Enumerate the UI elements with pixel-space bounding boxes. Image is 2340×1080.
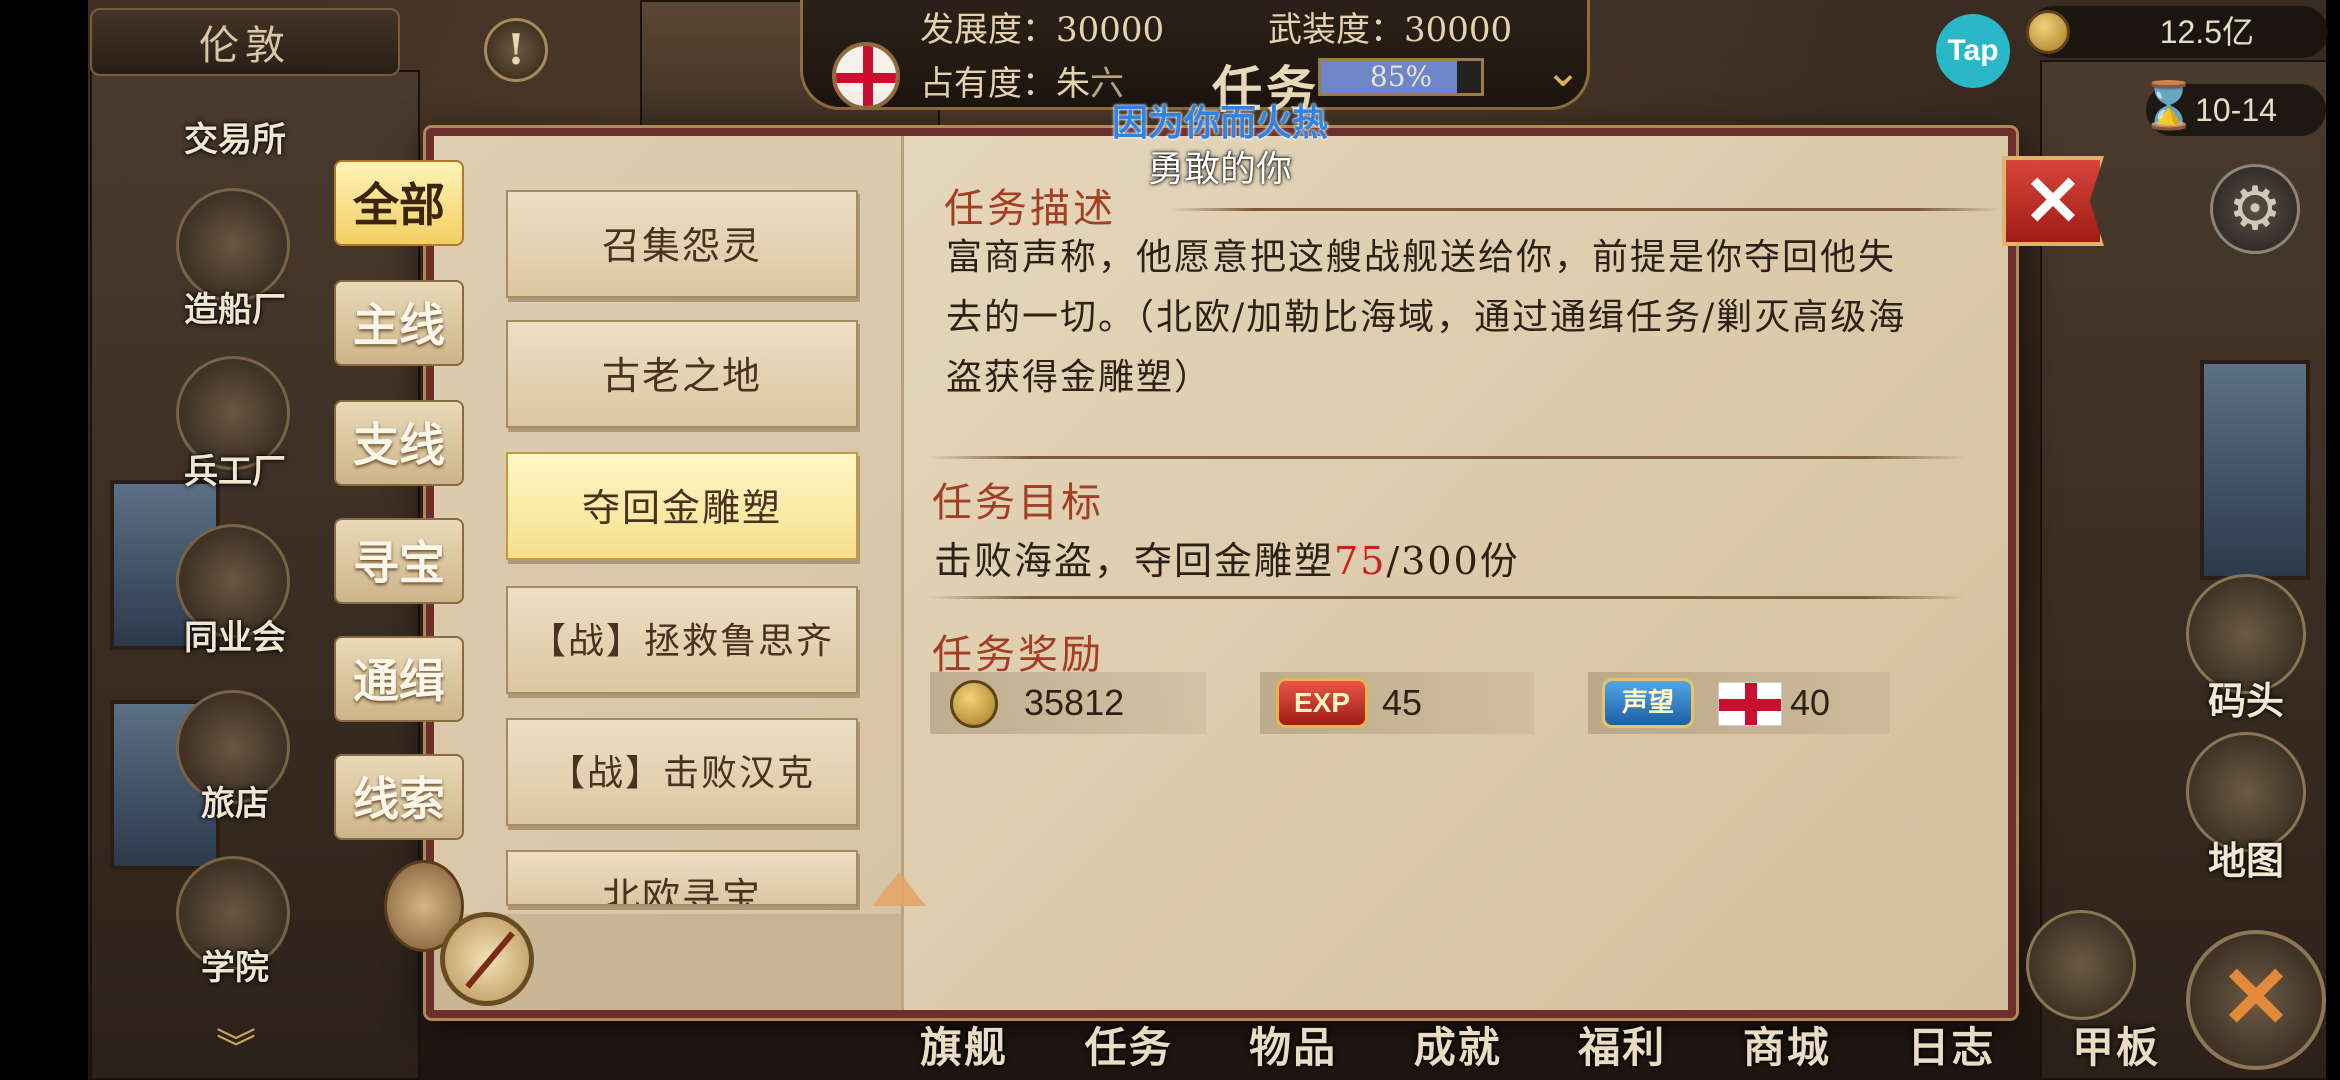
nav-exchange[interactable]: 交易所 [160,112,310,161]
bottom-nav-items[interactable]: 物品 [1249,1014,1337,1080]
england-crest-icon[interactable] [832,42,900,110]
goal-prefix: 击败海盗，夺回金雕塑 [934,539,1335,583]
reward-gold: 35812 [930,672,1206,734]
expand-down-icon[interactable]: ︾ [216,1016,256,1074]
right-letterbox [2326,0,2340,1080]
bottom-nav-deck[interactable]: 甲板 [2072,1014,2160,1080]
reward-exp: EXP 45 [1260,672,1534,734]
game-scene: 伦敦 ! 发展度：30000 武装度：30000 占有度：朱六 任务 85% ⌄… [0,0,2340,1080]
gold-amount: 12.5亿 [2028,6,2328,58]
left-letterbox [0,0,88,1080]
section-divider [926,596,1966,599]
armament-stat: 武装度：30000 [1268,10,1513,50]
bottom-nav-flagship[interactable]: 旗舰 [920,1014,1008,1080]
gold-coin-icon [2026,10,2070,54]
bottom-nav-shop[interactable]: 商城 [1743,1014,1831,1080]
section-divider [926,456,1966,459]
exp-icon: EXP [1276,678,1368,728]
nav-inn[interactable]: 旅店 [160,776,310,825]
reward-reputation-value: 40 [1790,682,1831,723]
bottom-nav: 旗舰 任务 物品 成就 福利 商城 日志 甲板 [920,1014,2160,1080]
reward-reputation: 声望 40 [1588,672,1890,734]
close-icon[interactable]: ✕ [2002,156,2104,246]
exclamation-icon[interactable]: ! [484,18,548,82]
title-underline [1170,208,2000,211]
nav-map[interactable]: 地图 [2186,830,2306,885]
quest-item[interactable]: 古老之地 [506,320,858,428]
tab-all[interactable]: 全部 [334,160,464,246]
taptap-icon[interactable]: Tap [1936,14,2010,88]
goal-title: 任务目标 [932,480,1104,526]
bottom-nav-tasks[interactable]: 任务 [1085,1014,1173,1080]
occupancy-progress-text: 85% [1369,60,1433,93]
city-name[interactable]: 伦敦 [90,8,400,76]
quest-item[interactable]: 【战】拯救鲁思齐 [506,586,858,694]
hourglass-icon: ⌛ [2140,78,2198,132]
background-window [2200,360,2310,580]
song-subtitle-line1: 因为你而火热 [1111,102,1328,144]
tab-treasure[interactable]: 寻宝 [334,518,464,604]
reward-gold-value: 35812 [1024,682,1125,723]
reputation-icon: 声望 [1602,678,1694,728]
development-stat: 发展度：30000 [920,10,1165,50]
gold-coin-icon [950,680,998,728]
nav-guild[interactable]: 同业会 [160,610,310,659]
bottom-nav-welfare[interactable]: 福利 [1578,1014,1666,1080]
nav-academy[interactable]: 学院 [160,940,310,989]
nav-dock[interactable]: 码头 [2186,670,2306,725]
occupancy-progress-bar: 85% [1318,58,1484,96]
description-text: 富商声称，他愿意把这艘战舰送给你，前提是你夺回他失去的一切。（北欧/加勒比海域，… [946,237,1907,398]
goal-text: 击败海盗，夺回金雕塑75/300份 [934,530,1520,585]
goal-current: 75 [1334,539,1387,583]
bottom-nav-log[interactable]: 日志 [1907,1014,1995,1080]
tab-main[interactable]: 主线 [334,280,464,366]
quest-item[interactable]: 夺回金雕塑 [506,452,858,560]
tab-side[interactable]: 支线 [334,400,464,486]
nav-shipyard[interactable]: 造船厂 [160,282,310,331]
song-subtitle-line2: 勇敢的你 [1147,149,1292,190]
quest-item[interactable]: 【战】击败汉克 [506,718,858,826]
quest-item[interactable]: 北欧寻宝 [506,850,858,906]
reward-exp-value: 45 [1382,682,1423,723]
ship-icon[interactable] [2026,910,2136,1020]
tab-wanted[interactable]: 通缉 [334,636,464,722]
tab-clues[interactable]: 线索 [334,754,464,840]
goal-suffix: /300份 [1386,539,1520,583]
crossed-swords-icon[interactable]: ✕ [2186,930,2326,1070]
nav-arsenal[interactable]: 兵工厂 [160,444,310,493]
chevron-down-icon[interactable]: ⌄ [1528,42,1598,102]
gear-icon[interactable]: ⚙ [2210,164,2300,254]
quest-item[interactable]: 召集怨灵 [506,190,858,298]
compass-icon[interactable] [440,912,534,1006]
bottom-nav-achievements[interactable]: 成就 [1414,1014,1502,1080]
england-flag-icon [1718,682,1782,726]
